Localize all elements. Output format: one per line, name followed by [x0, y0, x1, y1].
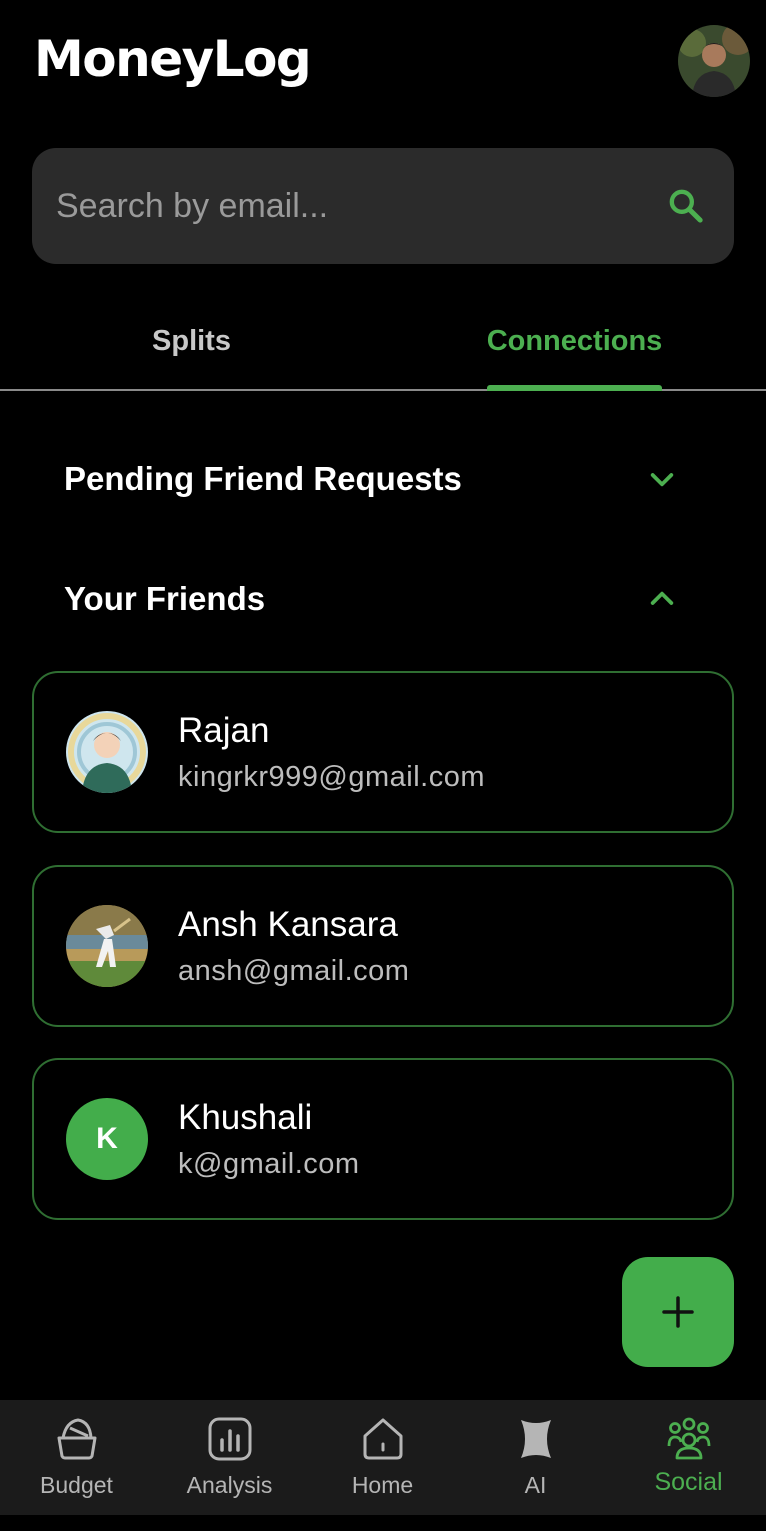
- home-icon: [363, 1418, 403, 1460]
- search-input[interactable]: [56, 148, 656, 264]
- friend-avatar-initial: K: [66, 1098, 148, 1180]
- nav-label-ai: AI: [524, 1472, 547, 1498]
- system-bottom-strip: [0, 1515, 766, 1531]
- friend-card[interactable]: K Khushali k@gmail.com: [32, 1058, 734, 1220]
- your-friends-title: Your Friends: [64, 580, 266, 617]
- nav-item-budget[interactable]: Budget: [0, 1400, 153, 1515]
- nav-label-home: Home: [351, 1472, 414, 1498]
- friend-name: Rajan: [178, 711, 270, 750]
- search-icon[interactable]: [666, 186, 706, 226]
- chevron-up-icon: [650, 591, 674, 605]
- friend-avatar: [66, 711, 148, 793]
- chevron-down-icon: [650, 473, 674, 487]
- friend-name: Ansh Kansara: [178, 905, 398, 944]
- plus-icon: [662, 1296, 694, 1328]
- bottom-navigation: Budget Analysis Home AI Social: [0, 1400, 766, 1515]
- your-friends-header[interactable]: Your Friends: [0, 569, 766, 629]
- nav-label-analysis: Analysis: [186, 1472, 273, 1498]
- nav-item-ai[interactable]: AI: [459, 1400, 612, 1515]
- friend-avatar: [66, 905, 148, 987]
- friend-email: kingrkr999@gmail.com: [178, 761, 485, 793]
- friend-email: k@gmail.com: [178, 1148, 360, 1180]
- friend-card[interactable]: Rajan kingrkr999@gmail.com: [32, 671, 734, 833]
- avatar-illustration-icon: [66, 711, 148, 793]
- people-icon: [667, 1417, 711, 1460]
- basket-icon: [57, 1418, 97, 1460]
- nav-label-social: Social: [654, 1468, 723, 1496]
- ai-icon: [521, 1420, 551, 1458]
- tab-splits[interactable]: Splits: [0, 318, 383, 364]
- tab-connections[interactable]: Connections: [383, 318, 766, 364]
- pending-requests-title: Pending Friend Requests: [64, 460, 462, 497]
- profile-avatar[interactable]: [678, 25, 750, 97]
- nav-item-analysis[interactable]: Analysis: [153, 1400, 306, 1515]
- bar-chart-icon: [208, 1417, 252, 1461]
- nav-item-home[interactable]: Home: [306, 1400, 459, 1515]
- nav-label-budget: Budget: [40, 1472, 113, 1498]
- app-title: MoneyLog: [34, 30, 312, 88]
- friend-email: ansh@gmail.com: [178, 955, 410, 987]
- app-screen: MoneyLog Splits Connections Pending Frie…: [0, 0, 766, 1531]
- add-friend-button[interactable]: [622, 1257, 734, 1367]
- pending-requests-header[interactable]: Pending Friend Requests: [0, 449, 766, 509]
- avatar-cricket-photo-icon: [66, 905, 148, 987]
- profile-photo-icon: [678, 25, 750, 97]
- friend-name: Khushali: [178, 1098, 313, 1137]
- search-bar: [32, 148, 734, 264]
- tab-active-indicator: [487, 385, 662, 391]
- friend-card[interactable]: Ansh Kansara ansh@gmail.com: [32, 865, 734, 1027]
- nav-item-social[interactable]: Social: [612, 1400, 765, 1515]
